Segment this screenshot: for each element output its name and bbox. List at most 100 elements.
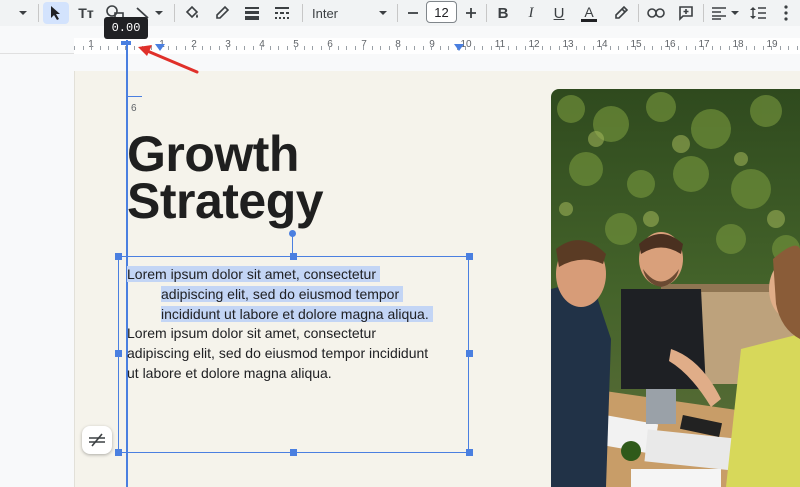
line-spacing-icon: [750, 7, 766, 19]
border-weight-icon: [245, 7, 259, 20]
ruler-tick: [397, 46, 398, 50]
resize-handle-top-left[interactable]: [115, 253, 122, 260]
text-box-button[interactable]: Tт: [74, 2, 98, 24]
menu-caret-icon[interactable]: [14, 2, 32, 24]
ruler-tick: [117, 46, 118, 50]
ruler-tick: [355, 46, 356, 50]
first-line-indent-marker[interactable]: [155, 44, 165, 52]
ruler-tick: [499, 46, 500, 50]
align-button[interactable]: [709, 2, 741, 24]
ruler-tick: [567, 46, 568, 50]
ruler-tick: [780, 46, 781, 50]
ruler-tick: [329, 46, 330, 50]
fill-color-button[interactable]: [181, 2, 203, 24]
italic-icon: I: [528, 4, 534, 21]
ruler-tick: [363, 46, 364, 50]
highlight-button[interactable]: [610, 2, 632, 24]
increase-font-size-button[interactable]: [462, 2, 480, 24]
ruler-tick: [253, 46, 254, 50]
italic-button[interactable]: I: [521, 2, 541, 24]
ruler-tick: [678, 46, 679, 50]
ruler-label: 11: [494, 39, 506, 50]
ruler-page-area: [74, 38, 800, 54]
ruler-tick: [423, 46, 424, 50]
resize-handle-bottom-right[interactable]: [466, 449, 473, 456]
ruler-tick: [295, 46, 296, 50]
ruler-tick: [270, 46, 271, 50]
ruler-label: 19: [766, 39, 778, 50]
paragraph-1-line-1: Lorem ipsum dolor sit amet, consectetur: [127, 266, 376, 282]
ruler-tick: [380, 46, 381, 50]
align-left-icon: [712, 7, 739, 20]
border-weight-button[interactable]: [241, 2, 263, 24]
ruler-tick: [346, 46, 347, 50]
more-options-button[interactable]: [776, 2, 796, 24]
text-color-button[interactable]: A: [578, 2, 600, 24]
ruler-tick: [550, 46, 551, 50]
ruler-tick: [746, 46, 747, 50]
resize-handle-bottom[interactable]: [290, 449, 297, 456]
ruler-tick: [389, 46, 390, 50]
font-size-input[interactable]: 12: [426, 1, 457, 23]
ruler-tick: [406, 46, 407, 50]
ruler-tick: [593, 46, 594, 50]
ruler-tick: [542, 46, 543, 50]
slide-title[interactable]: Growth Strategy: [127, 129, 324, 229]
ruler-tick: [729, 46, 730, 50]
horizontal-ruler[interactable]: 112345678910111213141516171819: [0, 38, 800, 54]
ruler-tick: [686, 46, 687, 50]
paragraph-1[interactable]: Lorem ipsum dolor sit amet, consectetur …: [127, 264, 433, 324]
toolbar-divider: [703, 4, 704, 22]
ruler-tick: [321, 46, 322, 50]
title-line-2: Strategy: [127, 173, 324, 229]
resize-handle-top[interactable]: [290, 253, 297, 260]
ruler-tick: [83, 46, 84, 50]
add-comment-button[interactable]: [674, 2, 698, 24]
ruler-tick: [797, 46, 798, 50]
ruler-label: 16: [664, 39, 676, 50]
toolbar-divider: [397, 4, 398, 22]
font-picker[interactable]: Inter: [312, 2, 388, 24]
ruler-tick: [210, 46, 211, 50]
underline-button[interactable]: U: [549, 2, 569, 24]
resize-handle-top-right[interactable]: [466, 253, 473, 260]
border-color-button[interactable]: [211, 2, 233, 24]
text-color-swatch: [581, 18, 597, 22]
decrease-font-size-button[interactable]: [404, 2, 422, 24]
paragraph-2-line-2: adipiscing elit, sed do eiusmod tempor i…: [127, 345, 429, 361]
resize-handle-left[interactable]: [115, 350, 122, 357]
ruler-tick: [108, 46, 109, 50]
ruler-tick: [661, 46, 662, 50]
paragraph-1-line-3: incididunt ut labore et dolore magna ali…: [161, 306, 429, 322]
resize-handle-right[interactable]: [466, 350, 473, 357]
team-meeting-photo[interactable]: [551, 89, 800, 487]
ruler-tick: [151, 46, 152, 50]
ruler-tick: [227, 46, 228, 50]
paragraph-2-line-3: ut labore et dolore magna aliqua.: [127, 365, 332, 381]
toolbar-divider: [302, 4, 303, 22]
ruler-tick: [627, 46, 628, 50]
link-icon: [647, 8, 665, 18]
paragraph-1-line-2: adipiscing elit, sed do eiusmod tempor: [161, 286, 400, 302]
paragraph-2[interactable]: Lorem ipsum dolor sit amet, consectetur …: [127, 323, 428, 383]
ruler-tick: [465, 46, 466, 50]
ruler-tick: [304, 46, 305, 50]
quick-format-button[interactable]: [82, 426, 112, 454]
ruler-tick: [134, 46, 135, 50]
select-tool-button[interactable]: [43, 2, 69, 24]
rotate-handle[interactable]: [289, 230, 296, 237]
highlighter-icon: [615, 5, 629, 19]
border-dash-button[interactable]: [271, 2, 293, 24]
ruler-label: 15: [630, 39, 642, 50]
bold-button[interactable]: B: [493, 2, 513, 24]
more-vertical-icon: [784, 5, 788, 21]
ruler-tick: [508, 46, 509, 50]
ruler-tick: [669, 46, 670, 50]
line-spacing-button[interactable]: [748, 2, 768, 24]
insert-link-button[interactable]: [644, 2, 668, 24]
paint-bucket-icon: [185, 5, 199, 19]
ruler-tick: [516, 46, 517, 50]
resize-handle-bottom-left[interactable]: [115, 449, 122, 456]
right-indent-marker[interactable]: [454, 44, 464, 52]
cursor-icon: [51, 6, 60, 20]
